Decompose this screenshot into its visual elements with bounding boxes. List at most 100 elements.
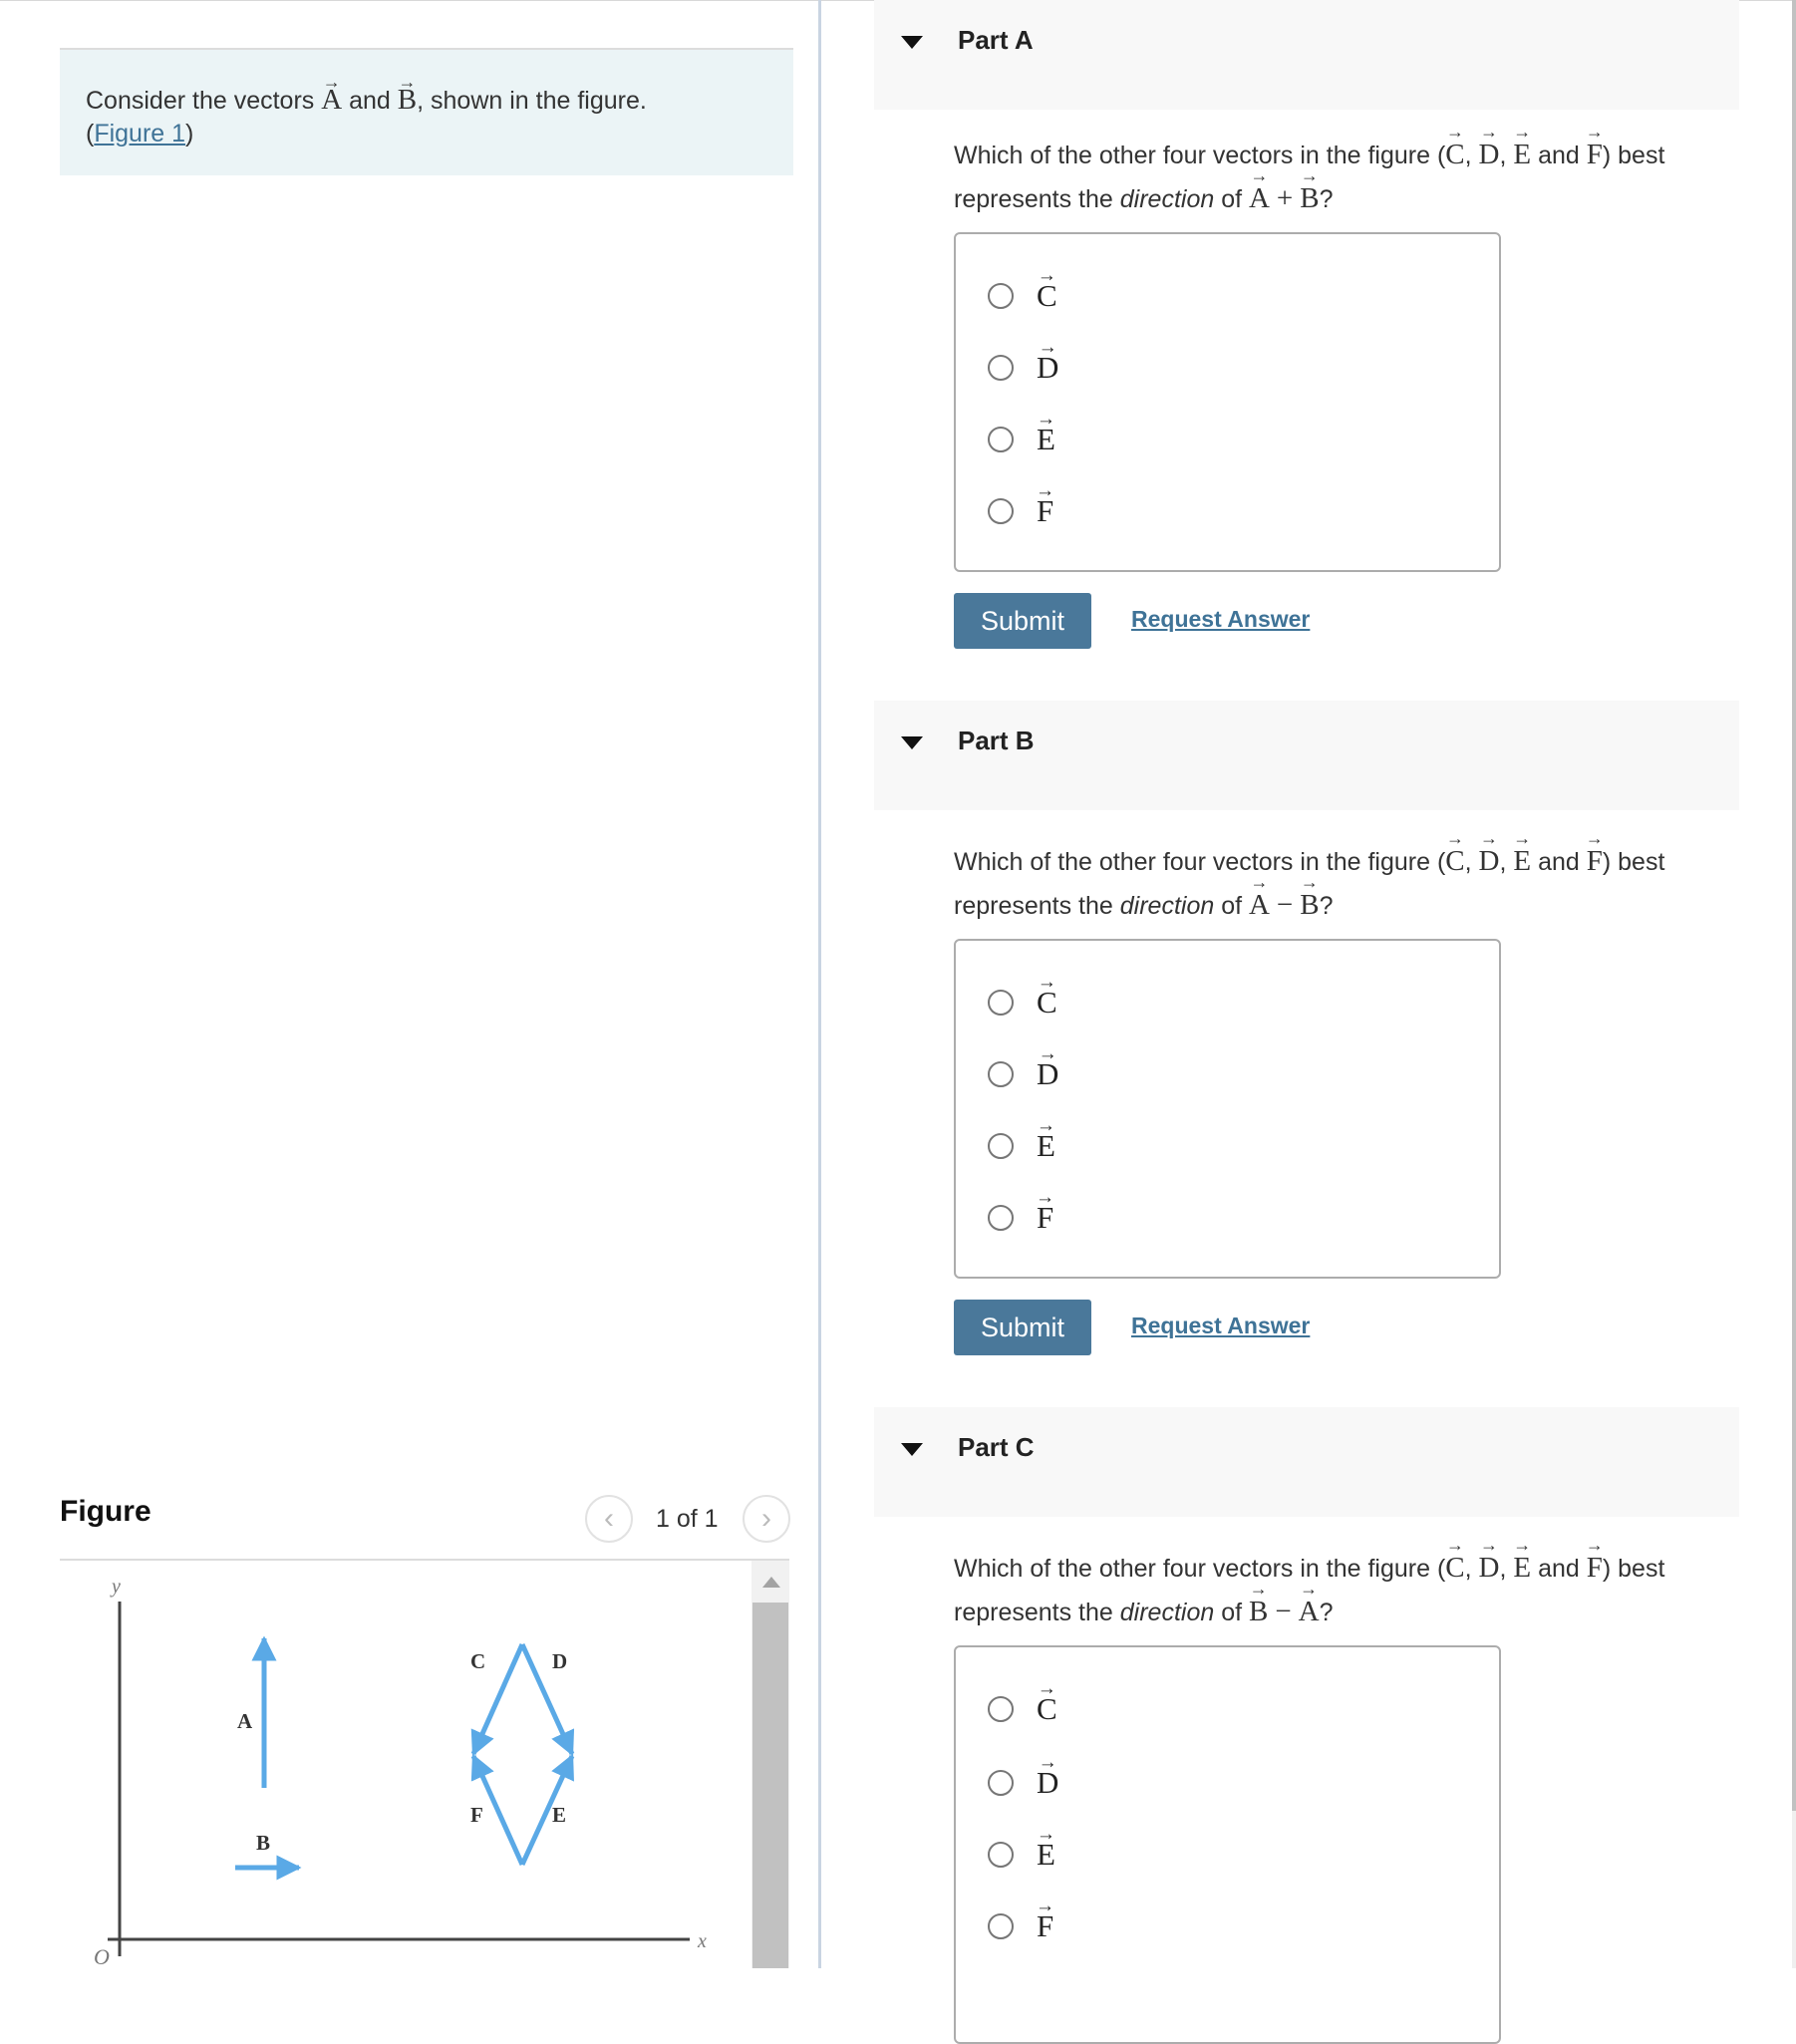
- part-b-request-answer-link[interactable]: Request Answer: [1131, 1313, 1310, 1339]
- option-e[interactable]: E: [988, 1126, 1055, 1166]
- vector-e-symbol: E: [1513, 1547, 1531, 1590]
- part-b-options: C D E F: [954, 939, 1501, 1279]
- part-a-title: Part A: [958, 25, 1034, 55]
- part-b-header[interactable]: Part B: [874, 701, 1739, 810]
- expr-operator: +: [1276, 182, 1294, 214]
- question-text: ?: [1319, 892, 1334, 920]
- option-label: C: [1037, 1691, 1057, 1727]
- part-b-submit-button[interactable]: Submit: [954, 1300, 1091, 1355]
- option-label: D: [1037, 1765, 1058, 1801]
- option-d[interactable]: D: [988, 348, 1058, 388]
- option-d[interactable]: D: [988, 1763, 1058, 1803]
- option-d[interactable]: D: [988, 1054, 1058, 1094]
- intro-text-after: , shown in the figure.: [417, 87, 647, 115]
- question-text: of: [1214, 185, 1250, 213]
- figure-prev-button[interactable]: ‹: [585, 1495, 633, 1543]
- radio-button[interactable]: [988, 355, 1014, 381]
- vector-f-symbol: F: [1587, 134, 1603, 176]
- vector-e-symbol: E: [1513, 134, 1531, 176]
- vector-c-symbol: C: [1445, 1547, 1464, 1590]
- radio-button[interactable]: [988, 1205, 1014, 1231]
- caret-down-icon[interactable]: [901, 736, 923, 749]
- option-e[interactable]: E: [988, 420, 1055, 459]
- option-f[interactable]: F: [988, 491, 1053, 531]
- expr-right-vector: B: [1300, 884, 1319, 927]
- figure-next-button[interactable]: ›: [743, 1495, 790, 1543]
- question-text: ?: [1319, 185, 1334, 213]
- expr-left-vector: A: [1249, 884, 1270, 927]
- scroll-up-arrow-icon[interactable]: [762, 1577, 780, 1588]
- radio-button[interactable]: [988, 1696, 1014, 1722]
- figure-scrollbar-thumb[interactable]: [752, 1603, 788, 1968]
- question-text: Which of the other four vectors in the f…: [954, 142, 1446, 169]
- option-e[interactable]: E: [988, 1835, 1055, 1875]
- question-text: Which of the other four vectors in the f…: [954, 1555, 1446, 1583]
- figure-counter: 1 of 1: [656, 1505, 719, 1533]
- x-axis-label: x: [697, 1930, 707, 1952]
- radio-button[interactable]: [988, 427, 1014, 452]
- question-text: Which of the other four vectors in the f…: [954, 848, 1446, 876]
- vector-e-symbol: E: [1513, 840, 1531, 883]
- option-f[interactable]: F: [988, 1198, 1053, 1238]
- question-text: of: [1214, 1599, 1250, 1626]
- option-label: C: [1037, 278, 1057, 314]
- expr-left-vector: A: [1249, 177, 1270, 220]
- vector-d-symbol: D: [1479, 840, 1500, 883]
- part-b-question: Which of the other four vectors in the f…: [954, 840, 1731, 928]
- radio-button[interactable]: [988, 1770, 1014, 1796]
- radio-button[interactable]: [988, 1061, 1014, 1087]
- intro-text: Consider the vectors: [86, 87, 322, 115]
- option-c[interactable]: C: [988, 983, 1057, 1022]
- page-scrollbar-thumb[interactable]: [1792, 0, 1796, 1811]
- vector-a-symbol: A: [321, 84, 342, 117]
- expr-operator: −: [1275, 1596, 1292, 1627]
- question-text: of: [1214, 892, 1250, 920]
- option-c[interactable]: C: [988, 1689, 1057, 1729]
- part-a-submit-button[interactable]: Submit: [954, 593, 1091, 649]
- radio-button[interactable]: [988, 1133, 1014, 1159]
- option-label: F: [1037, 1908, 1053, 1944]
- page-scrollbar[interactable]: [1792, 0, 1796, 1968]
- paren-close: ): [185, 120, 194, 147]
- vector-f-label: F: [470, 1803, 483, 1827]
- option-label: C: [1037, 985, 1057, 1021]
- expr-operator: −: [1276, 889, 1294, 921]
- vector-c-symbol: C: [1445, 134, 1464, 176]
- caret-down-icon[interactable]: [901, 36, 923, 49]
- vector-c-label: C: [470, 1649, 485, 1673]
- part-a-request-answer-link[interactable]: Request Answer: [1131, 606, 1310, 633]
- vector-d-symbol: D: [1479, 1547, 1500, 1590]
- panel-divider[interactable]: [818, 0, 821, 1968]
- part-c-options: C D E F: [954, 1645, 1501, 2044]
- radio-button[interactable]: [988, 1842, 1014, 1868]
- radio-button[interactable]: [988, 1913, 1014, 1939]
- part-c-question: Which of the other four vectors in the f…: [954, 1547, 1731, 1634]
- origin-label: O: [94, 1944, 110, 1968]
- question-emphasis: direction: [1119, 185, 1215, 213]
- option-label: F: [1037, 1200, 1053, 1236]
- question-emphasis: direction: [1119, 892, 1215, 920]
- expr-right-vector: B: [1300, 177, 1319, 220]
- option-label: F: [1037, 493, 1053, 529]
- part-c-title: Part C: [958, 1432, 1035, 1462]
- part-a-header[interactable]: Part A: [874, 0, 1739, 110]
- radio-button[interactable]: [988, 283, 1014, 309]
- vector-f-symbol: F: [1587, 1547, 1603, 1590]
- figure-scrollbar[interactable]: [751, 1561, 789, 1968]
- caret-down-icon[interactable]: [901, 1443, 923, 1456]
- option-label: D: [1037, 1056, 1058, 1092]
- part-a-options: C D E F: [954, 232, 1501, 572]
- radio-button[interactable]: [988, 498, 1014, 524]
- option-f[interactable]: F: [988, 1906, 1053, 1946]
- question-emphasis: direction: [1119, 1599, 1215, 1626]
- option-c[interactable]: C: [988, 276, 1057, 316]
- vector-d-symbol: D: [1479, 134, 1500, 176]
- vector-b-label: B: [256, 1831, 270, 1855]
- y-axis-label: y: [110, 1576, 121, 1598]
- figure-link[interactable]: Figure 1: [94, 120, 185, 147]
- expr-right-vector: A: [1299, 1591, 1320, 1633]
- vector-diagram: y x O A B C D E F: [94, 1576, 707, 1968]
- part-c-header[interactable]: Part C: [874, 1407, 1739, 1517]
- vector-b-symbol: B: [398, 84, 417, 117]
- radio-button[interactable]: [988, 990, 1014, 1016]
